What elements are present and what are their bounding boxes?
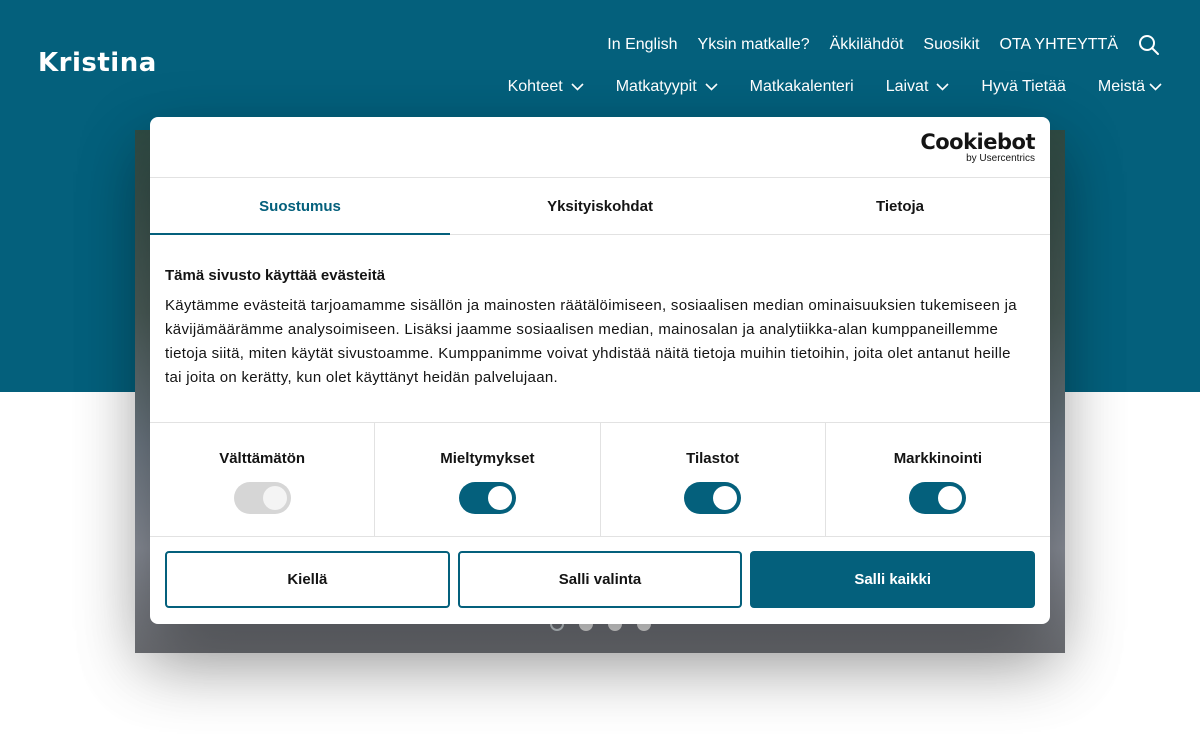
main-nav: Kohteet Matkatyypit Matkakalenteri Laiva… (508, 78, 1162, 96)
tab-consent[interactable]: Suostumus (150, 178, 450, 235)
site-logo[interactable]: Kristina (38, 48, 157, 78)
nav-item-calendar[interactable]: Matkakalenteri (750, 78, 854, 96)
consent-tabs: Suostumus Yksityiskohdat Tietoja (150, 177, 1050, 235)
cookie-consent-dialog: Cookiebot by Usercentrics Suostumus Yksi… (150, 117, 1050, 624)
cookiebot-logo: Cookiebot by Usercentrics (920, 131, 1035, 164)
nav-item-about[interactable]: Meistä (1098, 78, 1162, 96)
chevron-down-icon (571, 83, 584, 91)
switch-knob (713, 486, 738, 510)
nav-item-destinations[interactable]: Kohteet (508, 78, 584, 96)
nav-item-trip-types[interactable]: Matkatyypit (616, 78, 718, 96)
switch-knob (262, 486, 287, 510)
nav-item-label: Kohteet (507, 78, 563, 95)
consent-heading: Tämä sivusto käyttää evästeitä (165, 267, 386, 284)
toggle-label: Välttämätön (219, 450, 306, 467)
cookiebot-brand: Cookiebot (920, 130, 1035, 154)
toggle-preferences: Mieltymykset (375, 423, 601, 536)
allow-selection-button[interactable]: Salli valinta (457, 551, 743, 608)
top-link-favourites[interactable]: Suosikit (923, 36, 979, 54)
nav-item-label: Hyvä Tietää (981, 78, 1066, 95)
top-nav: In English Yksin matkalle? Äkkilähdöt Su… (607, 34, 1160, 56)
nav-item-label: Matkatyypit (615, 78, 697, 95)
chevron-down-icon (1149, 83, 1162, 91)
deny-button[interactable]: Kiellä (165, 551, 450, 608)
consent-description: Käytämme evästeitä tarjoamamme sisällön … (165, 297, 1017, 386)
preferences-switch[interactable] (458, 482, 516, 514)
nav-item-label: Laivat (885, 78, 929, 95)
nav-item-ships[interactable]: Laivat (886, 78, 950, 96)
consent-buttons: Kiellä Salli valinta Salli kaikki (165, 551, 1036, 608)
chevron-down-icon (705, 83, 718, 91)
switch-knob (487, 486, 512, 510)
top-link-contact[interactable]: OTA YHTEYTTÄ (999, 36, 1118, 54)
search-icon[interactable] (1138, 34, 1160, 56)
cookiebot-brand-sub: by Usercentrics (966, 153, 1035, 164)
consent-toggles: Välttämätön Mieltymykset Tilastot Markki… (150, 422, 1050, 537)
necessary-switch (233, 482, 291, 514)
top-link-english[interactable]: In English (607, 36, 677, 54)
allow-all-button[interactable]: Salli kaikki (750, 551, 1036, 608)
tab-details[interactable]: Yksityiskohdat (450, 178, 750, 234)
switch-knob (938, 486, 963, 510)
consent-body: Tämä sivusto käyttää evästeitä Käytämme … (165, 267, 1025, 390)
nav-item-label: Meistä (1097, 78, 1145, 95)
nav-item-label: Matkakalenteri (749, 78, 854, 95)
toggle-label: Markkinointi (893, 450, 983, 467)
toggle-label: Mieltymykset (440, 450, 535, 467)
marketing-switch[interactable] (909, 482, 967, 514)
top-link-last-minute[interactable]: Äkkilähdöt (830, 36, 904, 54)
toggle-statistics: Tilastot (601, 423, 826, 536)
top-link-solo-travel[interactable]: Yksin matkalle? (698, 36, 810, 54)
toggle-marketing: Markkinointi (826, 423, 1050, 536)
toggle-label: Tilastot (686, 450, 740, 467)
chevron-down-icon (936, 83, 949, 91)
tab-about[interactable]: Tietoja (750, 178, 1050, 234)
nav-item-good-to-know[interactable]: Hyvä Tietää (981, 78, 1065, 96)
statistics-switch[interactable] (684, 482, 742, 514)
toggle-necessary: Välttämätön (150, 423, 376, 536)
